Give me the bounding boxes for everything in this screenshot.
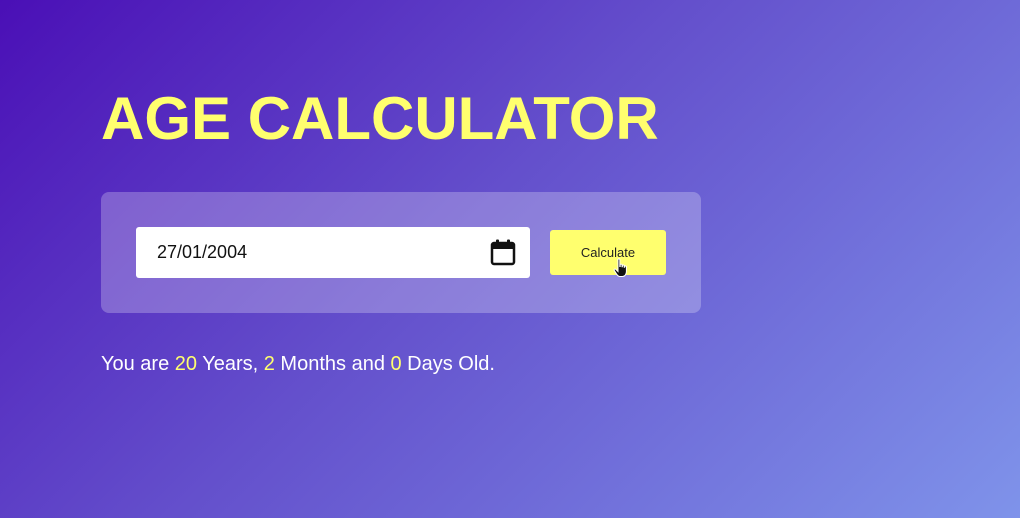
result-months-label: Months and — [274, 353, 391, 375]
result-years-label: Years, — [197, 353, 264, 375]
result-months: 2 — [263, 353, 275, 375]
result-days: 0 — [390, 353, 402, 375]
result-days-label: Days Old. — [401, 353, 495, 375]
date-value[interactable]: 27/01/2004 — [157, 241, 247, 263]
result-prefix: You are — [101, 353, 175, 375]
input-card: 27/01/2004 Calculate — [101, 192, 701, 313]
result-text: You are 20 Years, 2 Months and 0 Days Ol… — [101, 353, 495, 375]
result-years: 20 — [174, 353, 198, 375]
page-title: AGE CALCULATOR — [101, 85, 659, 152]
date-input[interactable]: 27/01/2004 — [136, 227, 530, 278]
calculate-button[interactable]: Calculate — [550, 230, 666, 275]
calendar-icon[interactable] — [490, 239, 516, 266]
